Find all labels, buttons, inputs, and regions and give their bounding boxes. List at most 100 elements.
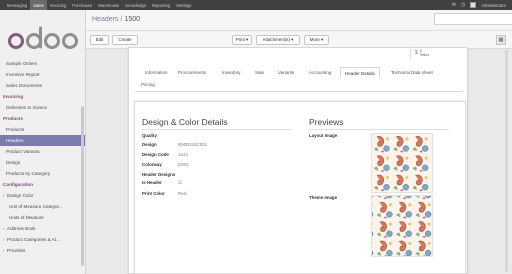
breadcrumb-current: 1500 [124,16,140,23]
top-menu-item-purchases[interactable]: Purchases [69,0,95,10]
sidebar-item-products-by-category[interactable]: Products by Category [0,168,85,179]
field-value[interactable]: C001 [178,160,189,169]
sidebar-item-label: Configuration [3,182,34,187]
sidebar-item-label: Product Categories & At... [7,237,60,242]
tab-inventory[interactable]: Inventory [218,67,245,78]
design-section-title: Design & Color Details [142,117,228,127]
field-label: Colorway [142,162,162,167]
control-panel-header: Headers/1500 [86,10,512,31]
field-value[interactable]: 1243 [178,150,188,159]
sidebar-section-configuration: Configuration [0,179,85,190]
field-design: Design R00D243C001 [142,140,302,149]
previews-divider [309,129,449,130]
top-menu-item-invoicing[interactable]: Invoicing [47,0,70,10]
sales-chart-icon: $ [415,50,418,56]
field-value[interactable]: ☑ [178,178,182,187]
sidebar-item-label: Products by Category [6,171,51,176]
top-menu-item-warehouse[interactable]: Warehouse [95,0,122,10]
sidebar-item-sample-orders[interactable]: Sample Orders [0,58,85,69]
sidebar-item-pricelists[interactable]: › Pricelists [0,245,85,256]
tab-header-details[interactable]: Header Details [340,67,380,78]
sidebar: Sample Orders Incentive Report Sales Docum… [0,10,86,274]
chat-icon[interactable]: ✉ [452,0,456,10]
odoo-logo[interactable] [8,22,78,52]
sidebar-item-headers[interactable]: Headers [0,135,85,146]
field-quality: Quality [142,131,302,140]
create-button[interactable]: Create [112,35,138,45]
top-menu-item-messaging[interactable]: Messaging [4,0,30,10]
tab-information[interactable]: Information [141,67,172,78]
sidebar-item-unit-of-measure-categor[interactable]: Unit of Measure Categor... [0,201,85,212]
layout-image-preview[interactable] [371,133,433,193]
sidebar-item-units-of-measure[interactable]: Units of Measure [0,212,85,223]
avatar[interactable] [470,2,477,8]
sidebar-item-label: Units of Measure [9,215,44,220]
content-scrollbar[interactable] [505,50,508,272]
field-value[interactable]: R00D243C001 [178,140,207,149]
tab-variants[interactable]: Variants [274,67,298,78]
field-label: Print Color [142,191,165,196]
theme-image-label: Theme Image [309,195,338,200]
sidebar-item-label: Sample Orders [6,61,37,66]
sidebar-item-label: Design [6,160,21,165]
field-label: Quality [142,133,157,138]
top-menu-item-sales[interactable]: Sales [30,0,47,10]
sidebar-item-deliveries-to-invoice[interactable]: Deliveries to Invoice [0,102,85,113]
sidebar-item-address-book[interactable]: › Address Book [0,223,85,234]
tab-accounting[interactable]: Accounting [305,67,335,78]
field-label: Design Code [142,152,169,157]
tab-technical-data-sheet[interactable]: Technical Data sheet [387,67,437,78]
sidebar-item-product-categories-at[interactable]: › Product Categories & At... [0,234,85,245]
sidebar-item-label: Incentive Report [6,72,40,77]
sidebar-section-invoicing: Invoicing [0,91,85,102]
top-menu-item-reporting[interactable]: Reporting [149,0,173,10]
previews-title: Previews [309,117,344,127]
sidebar-item-design-color[interactable]: › Design Color [0,190,85,201]
field-colorway: Colorway C001 [142,160,302,169]
field-value[interactable]: Red [178,189,186,198]
sidebar-item-incentive-report[interactable]: Incentive Report [0,69,85,80]
breadcrumb-headers-link[interactable]: Headers [92,16,118,23]
sidebar-nav: Sample Orders Incentive Report Sales Docum… [0,58,85,256]
field-label: Design [142,142,157,147]
user-name[interactable]: Administrator [481,3,506,8]
sidebar-item-product-variants[interactable]: Product Variants [0,146,85,157]
top-right-area: ✉ ◷ Administrator [452,0,506,10]
tab-sale[interactable]: Sale [251,67,268,78]
print-dropdown-button[interactable]: Print ▾ [232,35,252,45]
sidebar-scrollbar[interactable] [81,106,84,266]
sidebar-item-label: Pricelists [7,248,26,253]
sidebar-item-products[interactable]: Products [0,124,85,135]
sidebar-item-label: Address Book [7,226,36,231]
notebook-tabs: Information Procurements Inventory Sale Vari… [135,66,463,92]
form-view-icon[interactable]: ▦ [496,35,506,45]
field-print-color: Print Color Red [142,189,302,198]
theme-image-preview[interactable] [371,195,433,257]
sales-smart-button[interactable]: $ 0 Sales [410,46,444,60]
sidebar-item-label: Headers [6,138,24,143]
sidebar-item-label: Design Color [7,193,34,198]
field-is-header: Is Header ☑ [142,178,302,187]
search-input[interactable] [434,13,512,25]
field-label: Is Header [142,180,162,185]
tab-pricing[interactable]: Pricing [137,79,159,90]
attachments-dropdown-button[interactable]: Attachment(s) ▾ [256,35,300,45]
edit-button[interactable]: Edit [90,35,109,45]
sales-label: Sales [419,53,430,57]
top-menu-item-settings[interactable]: Settings [173,0,194,10]
more-dropdown-button[interactable]: More ▾ [304,35,329,45]
tab-procurements[interactable]: Procurements [174,67,210,78]
sidebar-item-sales-documents[interactable]: Sales Documents [0,80,85,91]
sidebar-section-products: Products [0,113,85,124]
breadcrumb: Headers/1500 [92,16,140,23]
top-menu: Messaging Sales Invoicing Purchases Warehous… [0,0,194,10]
sidebar-item-label: Invoicing [3,94,24,99]
design-section-divider [142,129,292,130]
activity-icon[interactable]: ◷ [461,0,465,10]
top-menu-item-knowledge[interactable]: Knowledge [122,0,149,10]
sidebar-item-label: Unit of Measure Categor... [9,204,63,209]
top-menu-bar: Messaging Sales Invoicing Purchases Warehous… [0,0,512,10]
sidebar-item-label: Deliveries to Invoice [6,105,48,110]
sidebar-item-design[interactable]: Design [0,157,85,168]
sidebar-item-label: Product Variants [6,149,40,154]
